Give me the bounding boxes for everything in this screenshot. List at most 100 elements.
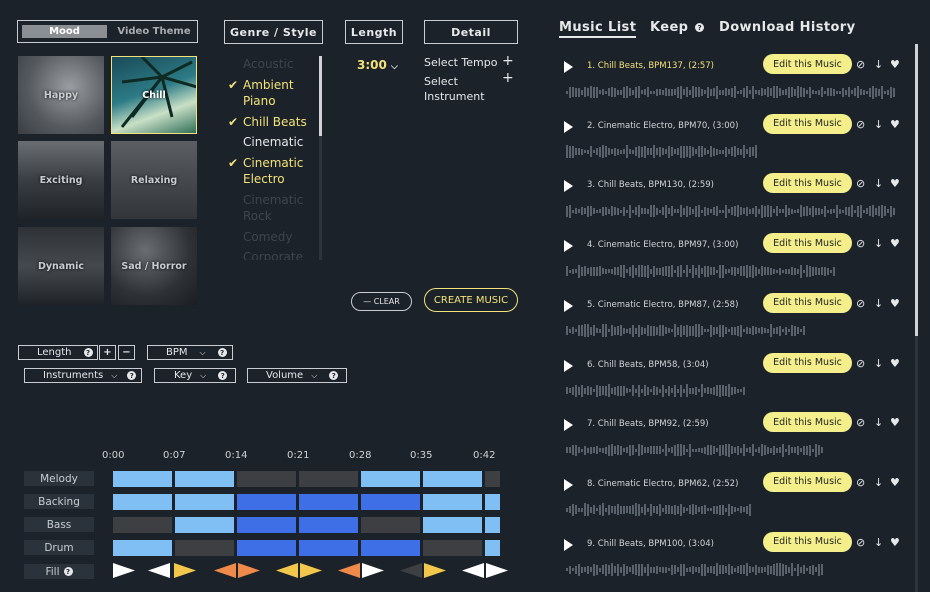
mood-tile-dynamic[interactable]: Dynamic	[18, 227, 104, 305]
track-block[interactable]	[113, 540, 172, 556]
waveform[interactable]	[566, 324, 805, 338]
bpm-dropdown[interactable]: BPM ⌵ ?	[147, 345, 233, 360]
download-icon[interactable]: ↓	[874, 357, 883, 370]
genre-item[interactable]: Cinematic	[228, 134, 323, 151]
download-icon[interactable]: ↓	[874, 297, 883, 310]
waveform[interactable]	[566, 264, 835, 278]
music-title[interactable]: 7. Chill Beats, BPM92, (2:59)	[587, 419, 709, 429]
help-icon[interactable]: ?	[127, 371, 137, 380]
length-dropdown[interactable]: 3:00 ⌵	[357, 58, 398, 72]
track-block[interactable]	[485, 494, 500, 510]
genre-item[interactable]: Cinematic Rock	[228, 192, 323, 225]
edit-music-button[interactable]: Edit this Music	[763, 471, 852, 492]
music-list-scrollbar[interactable]	[915, 44, 918, 592]
mood-tile-sad-horror[interactable]: Sad / Horror	[111, 227, 197, 305]
help-icon[interactable]: ?	[217, 348, 227, 357]
play-icon[interactable]	[564, 180, 573, 193]
music-title[interactable]: 5. Cinematic Electro, BPM87, (2:58)	[587, 300, 738, 310]
link-icon[interactable]: ⊘	[856, 476, 865, 489]
track-block[interactable]	[423, 540, 482, 556]
length-plus-button[interactable]: +	[99, 345, 116, 360]
volume-dropdown[interactable]: Volume ⌵ ?	[247, 368, 347, 383]
help-icon[interactable]: ?	[218, 371, 228, 380]
download-icon[interactable]: ↓	[874, 58, 883, 71]
genre-item[interactable]: ✔ Chill Beats	[228, 114, 323, 131]
waveform[interactable]	[566, 503, 751, 517]
track-block[interactable]	[175, 471, 234, 487]
music-row[interactable]: 6. Chill Beats, BPM58, (3:04) Edit this M…	[560, 352, 900, 405]
track-block[interactable]	[299, 540, 358, 556]
edit-music-button[interactable]: Edit this Music	[763, 292, 852, 313]
heart-icon[interactable]: ♥	[890, 58, 900, 71]
link-icon[interactable]: ⊘	[856, 177, 865, 190]
track-block[interactable]	[485, 471, 500, 487]
fill-markers[interactable]	[110, 562, 510, 580]
waveform[interactable]	[566, 384, 745, 398]
help-icon[interactable]: ?	[695, 23, 705, 32]
music-title[interactable]: 9. Chill Beats, BPM100, (3:04)	[587, 539, 714, 549]
heart-icon[interactable]: ♥	[890, 416, 900, 429]
plus-icon[interactable]: +	[502, 71, 514, 86]
waveform[interactable]	[566, 85, 895, 99]
track-block[interactable]	[485, 517, 500, 533]
track-block[interactable]	[361, 494, 420, 510]
edit-music-button[interactable]: Edit this Music	[763, 113, 852, 134]
waveform[interactable]	[566, 204, 895, 218]
plus-icon[interactable]: +	[502, 53, 514, 69]
play-icon[interactable]	[564, 419, 573, 432]
key-dropdown[interactable]: Key ⌵ ?	[154, 368, 236, 383]
track-block[interactable]	[299, 517, 358, 533]
genre-item[interactable]: Comedy	[228, 229, 323, 246]
heart-icon[interactable]: ♥	[890, 177, 900, 190]
edit-music-button[interactable]: Edit this Music	[763, 352, 852, 373]
help-icon[interactable]: ?	[83, 348, 93, 357]
music-title[interactable]: 4. Cinematic Electro, BPM97, (3:00)	[587, 240, 738, 250]
play-icon[interactable]	[564, 240, 573, 253]
genre-item[interactable]: Corporate	[228, 249, 323, 260]
play-icon[interactable]	[564, 120, 573, 133]
video-theme-tab[interactable]: Video Theme	[112, 24, 196, 39]
music-title[interactable]: 1. Chill Beats, BPM137, (2:57)	[587, 61, 714, 71]
music-row[interactable]: 8. Cinematic Electro, BPM62, (2:52) Edit …	[560, 471, 900, 524]
genre-item[interactable]: ✔ Cinematic Electro	[228, 155, 323, 188]
edit-music-button[interactable]: Edit this Music	[763, 54, 852, 74]
music-row[interactable]: 4. Cinematic Electro, BPM97, (3:00) Edit …	[560, 233, 900, 285]
help-icon[interactable]: ?	[63, 567, 73, 576]
play-icon[interactable]	[564, 61, 573, 73]
music-row[interactable]: 9. Chill Beats, BPM100, (3:04) Edit this …	[560, 531, 900, 584]
clear-button[interactable]: — CLEAR	[351, 292, 412, 311]
music-title[interactable]: 2. Cinematic Electro, BPM70, (3:00)	[587, 121, 738, 131]
music-row[interactable]: 5. Cinematic Electro, BPM87, (2:58) Edit …	[560, 292, 900, 345]
link-icon[interactable]: ⊘	[856, 536, 865, 549]
download-icon[interactable]: ↓	[874, 177, 883, 190]
music-row[interactable]: 1. Chill Beats, BPM137, (2:57) Edit this …	[560, 54, 900, 106]
link-icon[interactable]: ⊘	[856, 357, 865, 370]
genre-item[interactable]: ✔ Ambient Piano	[228, 77, 323, 110]
track-block[interactable]	[423, 517, 482, 533]
track-block[interactable]	[175, 494, 234, 510]
mood-tile-exciting[interactable]: Exciting	[18, 141, 104, 219]
link-icon[interactable]: ⊘	[856, 237, 865, 250]
track-block[interactable]	[299, 471, 358, 487]
download-icon[interactable]: ↓	[874, 237, 883, 250]
track-block[interactable]	[113, 494, 172, 510]
track-block[interactable]	[237, 540, 296, 556]
mood-tile-chill[interactable]: Chill	[111, 56, 197, 134]
mood-tab[interactable]: Mood	[22, 25, 107, 38]
track-block[interactable]	[113, 471, 172, 487]
download-icon[interactable]: ↓	[874, 416, 883, 429]
link-icon[interactable]: ⊘	[856, 118, 865, 131]
tab-keep[interactable]: Keep ?	[650, 20, 705, 35]
track-block[interactable]	[237, 494, 296, 510]
detail-instrument[interactable]: Select Instrument +	[424, 71, 514, 104]
length-control[interactable]: Length ?	[18, 345, 98, 360]
track-block[interactable]	[361, 540, 420, 556]
genre-item[interactable]: Acoustic	[228, 56, 323, 73]
tab-download-history[interactable]: Download History	[719, 20, 855, 35]
track-block[interactable]	[423, 494, 482, 510]
edit-music-button[interactable]: Edit this Music	[763, 233, 852, 254]
mood-tile-happy[interactable]: Happy	[18, 56, 104, 134]
heart-icon[interactable]: ♥	[890, 118, 900, 131]
waveform[interactable]	[566, 145, 757, 159]
download-icon[interactable]: ↓	[874, 118, 883, 131]
